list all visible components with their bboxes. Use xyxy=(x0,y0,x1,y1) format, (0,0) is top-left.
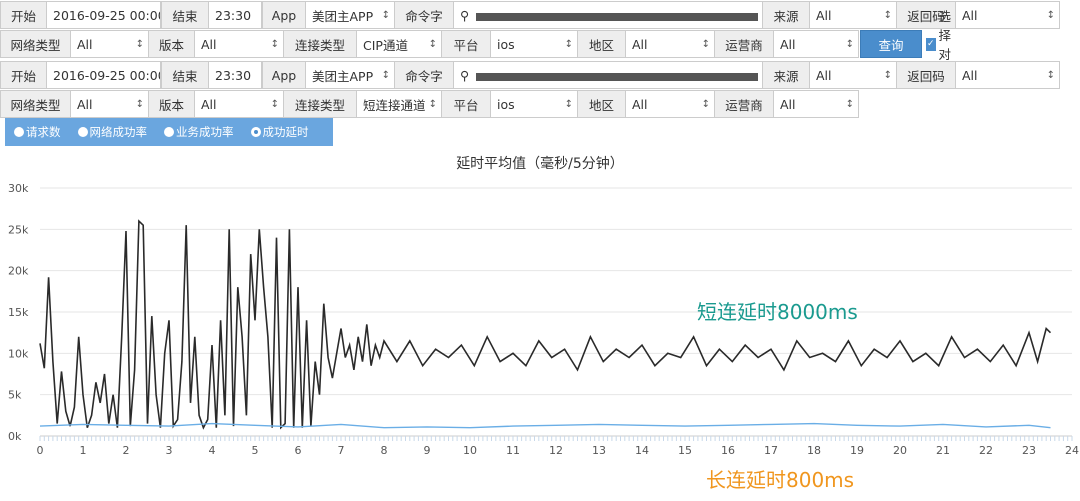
x-tick-label: 8 xyxy=(381,444,388,457)
x-tick-label: 10 xyxy=(463,444,477,457)
x-tick-label: 14 xyxy=(635,444,649,457)
x-tick-label: 15 xyxy=(678,444,692,457)
x-tick-label: 24 xyxy=(1065,444,1079,457)
short-latency-annotation: 短连延时8000ms xyxy=(697,300,858,324)
y-tick-label: 10k xyxy=(8,347,29,360)
y-tick-label: 15k xyxy=(8,306,29,319)
y-tick-label: 25k xyxy=(8,223,29,236)
short-latency-series xyxy=(39,219,1052,430)
latency-chart: 0k5k10k15k20k25k30k0 1 2 3 4 5 6 7 8 9 10 11 12 13 14 1… xyxy=(8,182,1079,457)
x-tick-label: 2 xyxy=(123,444,130,457)
x-tick-label: 7 xyxy=(338,444,345,457)
y-tick-label: 20k xyxy=(8,265,29,278)
x-tick-label: 4 xyxy=(209,444,216,457)
long-latency-annotation: 长连延时800ms xyxy=(706,468,855,492)
long-latency-series xyxy=(39,422,1051,429)
x-tick-label: 19 xyxy=(850,444,864,457)
x-tick-label: 0 xyxy=(37,444,44,457)
x-tick-label: 12 xyxy=(549,444,563,457)
x-tick-label: 17 xyxy=(764,444,778,457)
x-tick-label: 6 xyxy=(295,444,302,457)
y-tick-label: 0k xyxy=(8,430,22,443)
x-tick-label: 9 xyxy=(424,444,431,457)
x-tick-label: 11 xyxy=(506,444,520,457)
x-tick-label: 13 xyxy=(592,444,606,457)
x-tick-label: 22 xyxy=(979,444,993,457)
y-tick-label: 30k xyxy=(8,182,29,195)
x-tick-label: 20 xyxy=(893,444,907,457)
x-tick-label: 21 xyxy=(936,444,950,457)
x-tick-label: 23 xyxy=(1022,444,1036,457)
x-tick-label: 3 xyxy=(166,444,173,457)
x-tick-label: 16 xyxy=(721,444,735,457)
y-tick-label: 5k xyxy=(8,389,22,402)
x-tick-label: 18 xyxy=(807,444,821,457)
x-tick-label: 5 xyxy=(252,444,259,457)
x-tick-label: 1 xyxy=(80,444,87,457)
